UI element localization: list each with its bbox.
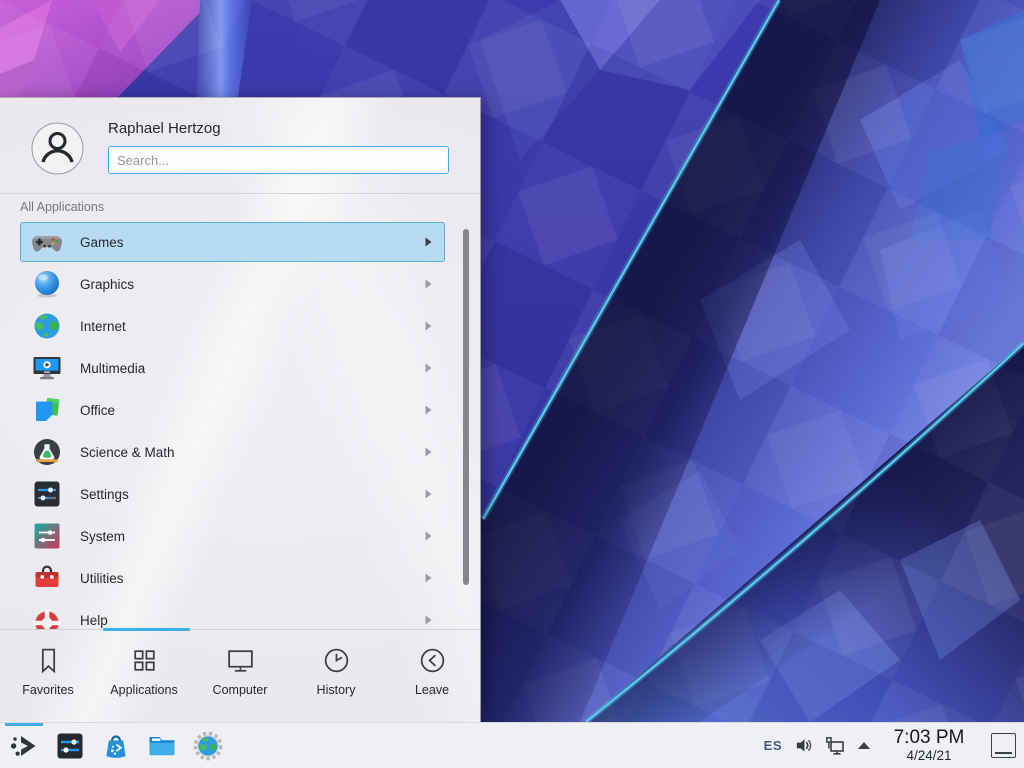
show-desktop-glyph <box>995 752 1012 754</box>
application-launcher-menu: Raphael Hertzog All Applications Games G… <box>0 97 481 722</box>
category-multimedia[interactable]: Multimedia <box>20 348 445 388</box>
internet-icon <box>31 310 63 342</box>
submenu-arrow-icon <box>425 237 432 247</box>
tab-favorites[interactable]: Favorites <box>0 630 96 722</box>
category-office[interactable]: Office <box>20 390 445 430</box>
desktop: Raphael Hertzog All Applications Games G… <box>0 0 1024 768</box>
tab-computer[interactable]: Computer <box>192 630 288 722</box>
science-icon <box>31 436 63 468</box>
category-settings[interactable]: Settings <box>20 474 445 514</box>
category-utilities[interactable]: Utilities <box>20 558 445 598</box>
taskbar: ES 7:0 <box>0 722 1024 768</box>
category-science-math[interactable]: Science & Math <box>20 432 445 472</box>
taskbar-application-launcher[interactable] <box>8 730 40 762</box>
utilities-icon <box>31 562 63 594</box>
taskbar-system-settings[interactable] <box>54 730 86 762</box>
system-icon <box>31 520 63 552</box>
submenu-arrow-icon <box>425 615 432 625</box>
multimedia-icon <box>31 352 63 384</box>
submenu-arrow-icon <box>425 489 432 499</box>
submenu-arrow-icon <box>425 573 432 583</box>
category-graphics[interactable]: Graphics <box>20 264 445 304</box>
help-icon <box>31 604 63 630</box>
clock-date: 4/24/21 <box>887 749 971 763</box>
active-tab-indicator <box>103 628 190 631</box>
submenu-arrow-icon <box>425 405 432 415</box>
tab-leave[interactable]: Leave <box>384 630 480 722</box>
launcher-footer: Favorites Applications Computer History … <box>0 629 480 722</box>
settings-icon <box>31 478 63 510</box>
graphics-icon <box>31 268 63 300</box>
games-icon <box>31 226 63 258</box>
submenu-arrow-icon <box>425 321 432 331</box>
submenu-arrow-icon <box>425 279 432 289</box>
taskbar-file-manager[interactable] <box>146 730 178 762</box>
submenu-arrow-icon <box>425 531 432 541</box>
taskbar-launchers <box>0 730 224 762</box>
system-tray: ES 7:0 <box>764 728 1024 763</box>
active-task-indicator <box>5 723 43 726</box>
search-field-wrap <box>108 146 449 174</box>
footer-tabs: Favorites Applications Computer History … <box>0 630 480 722</box>
category-list: Games Graphics Internet Multimedia <box>0 222 480 630</box>
digital-clock[interactable]: 7:03 PM 4/24/21 <box>887 728 971 763</box>
submenu-arrow-icon <box>425 363 432 373</box>
volume-icon[interactable] <box>794 736 813 755</box>
leave-icon <box>417 645 448 676</box>
category-system[interactable]: System <box>20 516 445 556</box>
taskbar-discover[interactable] <box>100 730 132 762</box>
clock-time: 7:03 PM <box>887 728 971 747</box>
keyboard-layout-indicator[interactable]: ES <box>764 738 782 753</box>
office-icon <box>31 394 63 426</box>
category-internet[interactable]: Internet <box>20 306 445 346</box>
section-label: All Applications <box>20 200 104 214</box>
show-desktop-button[interactable] <box>991 733 1016 758</box>
scrollbar-thumb[interactable] <box>463 229 469 585</box>
network-icon[interactable] <box>825 736 845 756</box>
history-icon <box>321 645 352 676</box>
category-games[interactable]: Games <box>20 222 445 262</box>
tab-applications[interactable]: Applications <box>96 630 192 722</box>
user-avatar[interactable] <box>31 122 84 175</box>
tab-history[interactable]: History <box>288 630 384 722</box>
favorites-icon <box>33 645 64 676</box>
taskbar-web-browser[interactable] <box>192 730 224 762</box>
applications-icon <box>129 645 160 676</box>
category-help[interactable]: Help <box>20 600 445 630</box>
search-input[interactable] <box>108 146 449 174</box>
tray-expander-caret-icon[interactable] <box>857 741 871 750</box>
launcher-header: Raphael Hertzog <box>0 98 480 194</box>
computer-icon <box>225 645 256 676</box>
user-name: Raphael Hertzog <box>108 120 221 137</box>
submenu-arrow-icon <box>425 447 432 457</box>
